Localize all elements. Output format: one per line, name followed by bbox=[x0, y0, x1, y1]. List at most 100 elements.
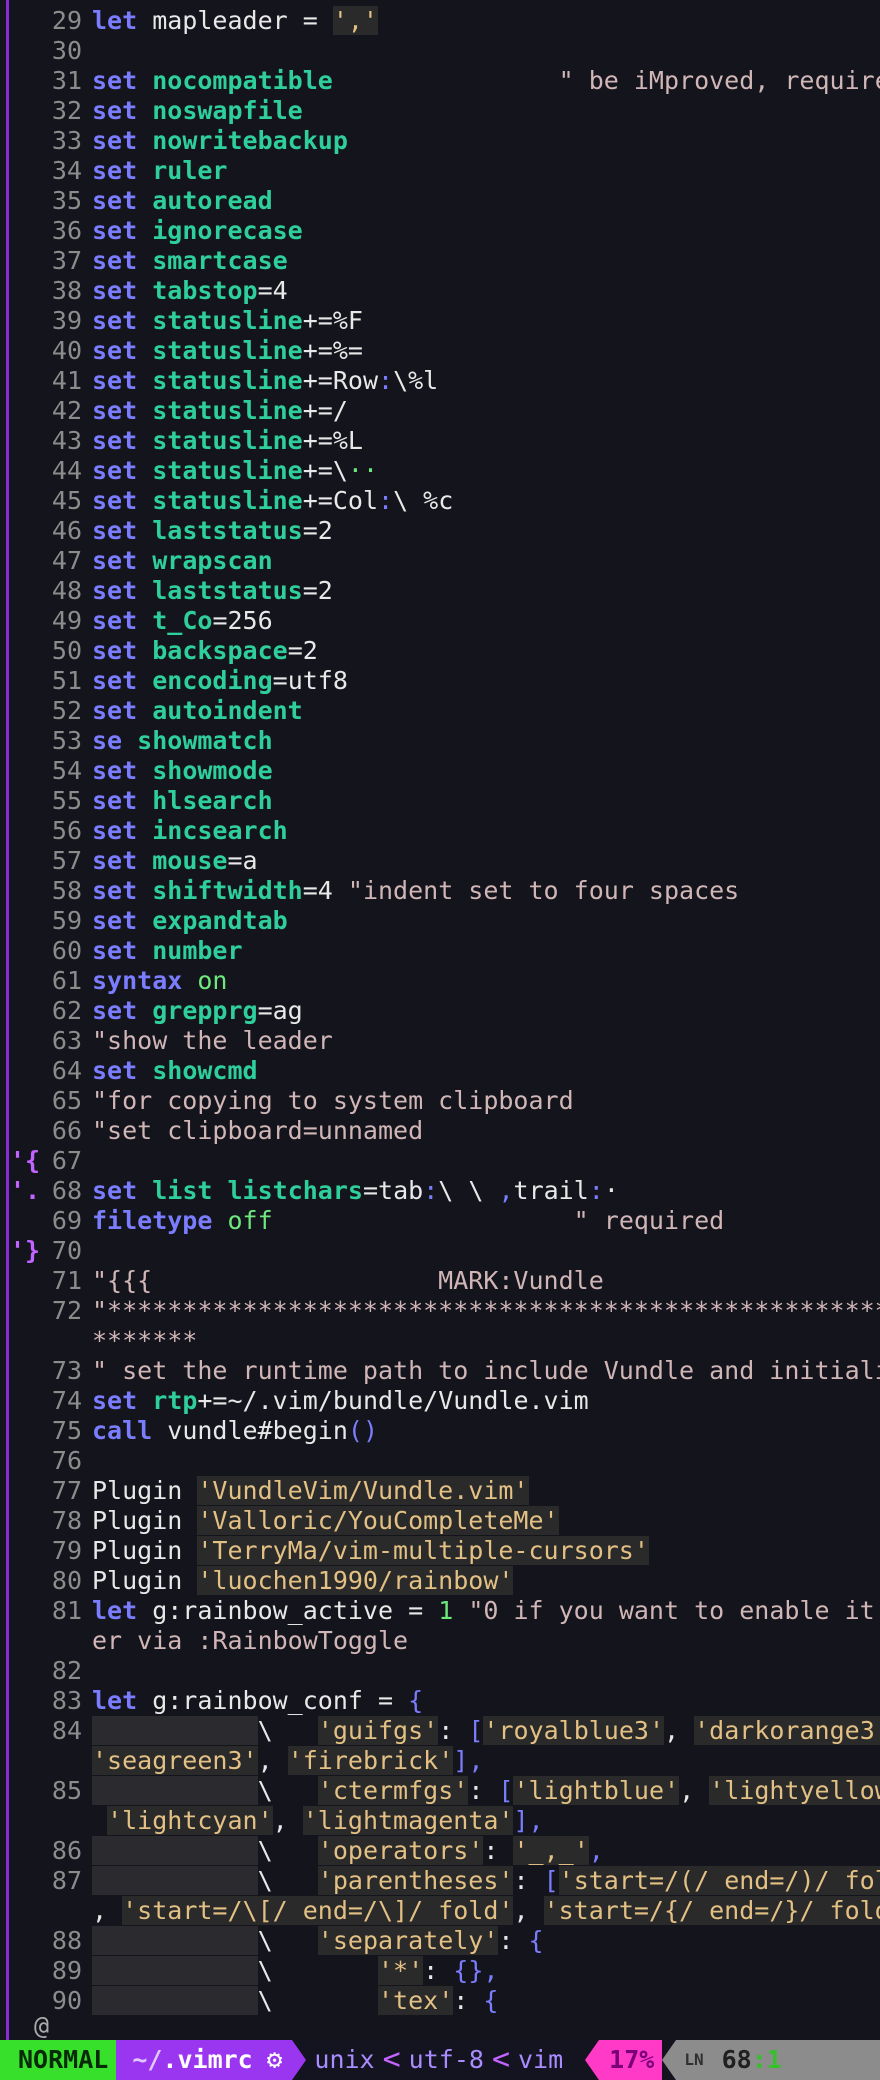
code-token: laststatus bbox=[152, 516, 303, 545]
code-token: set bbox=[92, 876, 138, 905]
code-line[interactable]: 42 set statusline+=/ bbox=[0, 396, 880, 426]
line-number: 33 bbox=[51, 126, 82, 155]
code-line[interactable]: 74 set rtp+=~/.vim/bundle/Vundle.vim bbox=[0, 1386, 880, 1416]
code-line[interactable]: 49 set t_Co=256 bbox=[0, 606, 880, 636]
code-line[interactable]: 57 set mouse=a bbox=[0, 846, 880, 876]
code-line[interactable]: 44 set statusline+=\·· bbox=[0, 456, 880, 486]
code-token: +=Row bbox=[302, 366, 378, 395]
code-line[interactable]: 80 Plugin 'luochen1990/rainbow' bbox=[0, 1566, 880, 1596]
code-token: set bbox=[92, 186, 138, 215]
code-line[interactable]: 56 set incsearch bbox=[0, 816, 880, 846]
code-line[interactable]: 40 set statusline+=%= bbox=[0, 336, 880, 366]
code-line[interactable]: 55 set hlsearch bbox=[0, 786, 880, 816]
code-line[interactable]: 85 \ 'ctermfgs': ['lightblue', 'lightyel… bbox=[0, 1776, 880, 1806]
code-line[interactable]: 66 "set clipboard=unnamed bbox=[0, 1116, 880, 1146]
code-line[interactable]: 51 set encoding=utf8 bbox=[0, 666, 880, 696]
code-line[interactable]: 63 "show the leader bbox=[0, 1026, 880, 1056]
code-token: 'start=/\[/ end=/\]/ fold' bbox=[122, 1896, 514, 1925]
code-line[interactable]: 65 "for copying to system clipboard bbox=[0, 1086, 880, 1116]
line-number: 67 bbox=[51, 1146, 82, 1175]
code-token: ], bbox=[513, 1806, 544, 1835]
code-line[interactable]: ******* bbox=[0, 1326, 880, 1356]
code-line[interactable]: 36 set ignorecase bbox=[0, 216, 880, 246]
code-line[interactable]: 86 \ 'operators': '_,_', bbox=[0, 1836, 880, 1866]
code-line[interactable]: 72 "*************************************… bbox=[0, 1296, 880, 1326]
code-line[interactable]: 50 set backspace=2 bbox=[0, 636, 880, 666]
code-line[interactable]: 88 \ 'separately': { bbox=[0, 1926, 880, 1956]
code-line[interactable]: 54 set showmode bbox=[0, 756, 880, 786]
code-line[interactable]: 75 call vundle#begin() bbox=[0, 1416, 880, 1446]
code-line[interactable]: '} 70 bbox=[0, 1236, 880, 1266]
code-token: 'start=/(/ end=/)/ fold' bbox=[558, 1866, 880, 1895]
code-line[interactable]: 46 set laststatus=2 bbox=[0, 516, 880, 546]
line-number: 74 bbox=[51, 1386, 82, 1415]
code-token: 'TerryMa/vim-multiple-cursors' bbox=[197, 1536, 649, 1565]
code-text: set hlsearch bbox=[92, 786, 273, 816]
code-line[interactable]: 38 set tabstop=4 bbox=[0, 276, 880, 306]
code-line[interactable]: 'lightcyan', 'lightmagenta'], bbox=[0, 1806, 880, 1836]
code-token: ], bbox=[453, 1746, 484, 1775]
code-line[interactable]: 71 "{{{ MARK:Vundle bbox=[0, 1266, 880, 1296]
line-number: 62 bbox=[51, 996, 82, 1025]
line-number: 69 bbox=[51, 1206, 82, 1235]
code-line[interactable]: 'seagreen3', 'firebrick'], bbox=[0, 1746, 880, 1776]
code-line[interactable]: 64 set showcmd bbox=[0, 1056, 880, 1086]
code-line[interactable]: 87 \ 'parentheses': ['start=/(/ end=/)/ … bbox=[0, 1866, 880, 1896]
code-line[interactable]: 59 set expandtab bbox=[0, 906, 880, 936]
code-token: " required bbox=[272, 1206, 725, 1235]
code-line[interactable]: 77 Plugin 'VundleVim/Vundle.vim' bbox=[0, 1476, 880, 1506]
code-token: set bbox=[92, 516, 138, 545]
code-token: 'VundleVim/Vundle.vim' bbox=[197, 1476, 529, 1505]
file-type-label: vim bbox=[518, 2045, 564, 2074]
code-line[interactable]: 43 set statusline+=%L bbox=[0, 426, 880, 456]
code-line[interactable]: 34 set ruler bbox=[0, 156, 880, 186]
code-token: : bbox=[378, 366, 394, 395]
code-line[interactable]: 52 set autoindent bbox=[0, 696, 880, 726]
code-token: set bbox=[92, 66, 138, 95]
code-line[interactable]: 62 set grepprg=ag bbox=[0, 996, 880, 1026]
code-line[interactable]: 83 let g:rainbow_conf = { bbox=[0, 1686, 880, 1716]
code-line[interactable]: 69 filetype off " required bbox=[0, 1206, 880, 1236]
code-line[interactable]: 41 set statusline+=Row:\%l bbox=[0, 366, 880, 396]
code-line[interactable]: '{67 bbox=[0, 1146, 880, 1176]
line-number: 61 bbox=[51, 966, 82, 995]
code-line[interactable]: 45 set statusline+=Col:\ %c bbox=[0, 486, 880, 516]
code-line[interactable]: 33 set nowritebackup bbox=[0, 126, 880, 156]
code-line[interactable]: 47 set wrapscan bbox=[0, 546, 880, 576]
code-token: "***************************************… bbox=[92, 1296, 880, 1325]
code-line[interactable]: 31 set nocompatible " be iMproved, requir… bbox=[0, 66, 880, 96]
code-line[interactable]: 30 bbox=[0, 36, 880, 66]
code-line[interactable]: 82 bbox=[0, 1656, 880, 1686]
code-line[interactable]: , 'start=/\[/ end=/\]/ fold', 'start=/{/… bbox=[0, 1896, 880, 1926]
code-line[interactable]: 84 \ 'guifgs': ['royalblue3', 'darkorang… bbox=[0, 1716, 880, 1746]
code-token: : bbox=[423, 1956, 454, 1985]
code-line[interactable]: 48 set laststatus=2 bbox=[0, 576, 880, 606]
code-line[interactable]: 73 " set the runtime path to include Vund… bbox=[0, 1356, 880, 1386]
code-text: set incsearch bbox=[92, 816, 288, 846]
code-line[interactable]: '. 68 set list listchars=tab:\ \ ,trail:· bbox=[0, 1176, 880, 1206]
code-token: \ \ bbox=[438, 1176, 499, 1205]
code-line[interactable]: 53 se showmatch bbox=[0, 726, 880, 756]
code-line[interactable]: 37 set smartcase bbox=[0, 246, 880, 276]
code-line[interactable]: 58 set shiftwidth=4 "indent set to four s… bbox=[0, 876, 880, 906]
code-line[interactable]: 35 set autoread bbox=[0, 186, 880, 216]
code-line[interactable]: 81 let g:rainbow_active = 1 "0 if you wan… bbox=[0, 1596, 880, 1626]
editor-buffer[interactable]: 29 let mapleader = ',' 30 31 set nocompatibl… bbox=[0, 0, 880, 2040]
code-line[interactable]: 89 \ '*': {}, bbox=[0, 1956, 880, 1986]
line-number: 80 bbox=[51, 1566, 82, 1595]
code-line[interactable]: 60 set number bbox=[0, 936, 880, 966]
command-line[interactable]: @ bbox=[0, 2012, 880, 2040]
code-token: '_,_' bbox=[513, 1836, 589, 1865]
code-line[interactable]: er via :RainbowToggle bbox=[0, 1626, 880, 1656]
code-text: ******* bbox=[92, 1326, 197, 1356]
code-line[interactable]: 39 set statusline+=%F bbox=[0, 306, 880, 336]
code-line[interactable]: 61 syntax on bbox=[0, 966, 880, 996]
code-text: se showmatch bbox=[92, 726, 273, 756]
code-line[interactable]: 29 let mapleader = ',' bbox=[0, 6, 880, 36]
code-line[interactable]: 76 bbox=[0, 1446, 880, 1476]
code-line[interactable]: 79 Plugin 'TerryMa/vim-multiple-cursors' bbox=[0, 1536, 880, 1566]
code-line[interactable]: 32 set noswapfile bbox=[0, 96, 880, 126]
code-line[interactable]: 78 Plugin 'Valloric/YouCompleteMe' bbox=[0, 1506, 880, 1536]
code-text: set ignorecase bbox=[92, 216, 303, 246]
